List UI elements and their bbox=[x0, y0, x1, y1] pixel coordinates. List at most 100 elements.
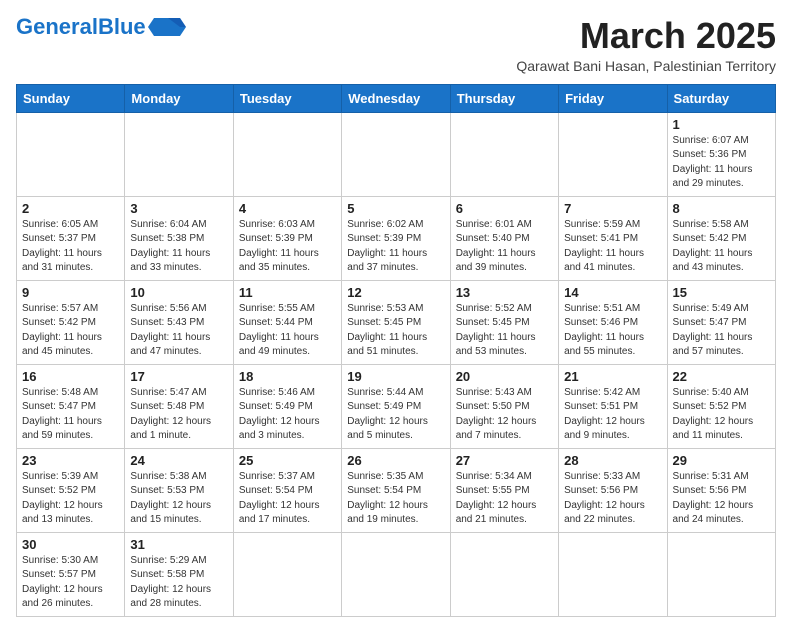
day-info: Sunrise: 5:39 AM Sunset: 5:52 PM Dayligh… bbox=[22, 470, 119, 528]
day-number: 6 bbox=[456, 201, 553, 216]
day-number: 26 bbox=[347, 453, 444, 468]
day-number: 17 bbox=[130, 369, 227, 384]
day-number: 10 bbox=[130, 285, 227, 300]
calendar-cell: 8Sunrise: 5:58 AM Sunset: 5:42 PM Daylig… bbox=[667, 196, 775, 280]
day-info: Sunrise: 5:59 AM Sunset: 5:41 PM Dayligh… bbox=[564, 218, 661, 276]
day-number: 23 bbox=[22, 453, 119, 468]
calendar-cell: 19 Sunrise: 5:44 AM Sunset: 5:49 PM Dayli… bbox=[342, 364, 450, 448]
calendar-cell: 30 Sunrise: 5:30 AM Sunset: 5:57 PM Dayli… bbox=[17, 532, 125, 616]
day-info: Sunrise: 5:49 AM Sunset: 5:47 PM Dayligh… bbox=[673, 302, 770, 360]
calendar-cell: 13Sunrise: 5:52 AM Sunset: 5:45 PM Dayli… bbox=[450, 280, 558, 364]
day-number: 2 bbox=[22, 201, 119, 216]
day-info: Sunrise: 6:01 AM Sunset: 5:40 PM Dayligh… bbox=[456, 218, 553, 276]
day-info: Sunrise: 5:46 AM Sunset: 5:49 PM Dayligh… bbox=[239, 386, 336, 444]
day-number: 1 bbox=[673, 117, 770, 132]
calendar-cell: 15 Sunrise: 5:49 AM Sunset: 5:47 PM Dayli… bbox=[667, 280, 775, 364]
day-number: 18 bbox=[239, 369, 336, 384]
calendar-week-row: 16 Sunrise: 5:48 AM Sunset: 5:47 PM Dayli… bbox=[17, 364, 776, 448]
day-info: Sunrise: 5:40 AM Sunset: 5:52 PM Dayligh… bbox=[673, 386, 770, 444]
logo: GeneralBlue bbox=[16, 16, 186, 38]
day-number: 4 bbox=[239, 201, 336, 216]
day-info: Sunrise: 5:29 AM Sunset: 5:58 PM Dayligh… bbox=[130, 554, 227, 612]
calendar-cell: 6 Sunrise: 6:01 AM Sunset: 5:40 PM Daylig… bbox=[450, 196, 558, 280]
day-info: Sunrise: 5:53 AM Sunset: 5:45 PM Dayligh… bbox=[347, 302, 444, 360]
weekday-header-tuesday: Tuesday bbox=[233, 84, 341, 112]
logo-icon bbox=[148, 16, 186, 38]
calendar-cell: 5Sunrise: 6:02 AM Sunset: 5:39 PM Daylig… bbox=[342, 196, 450, 280]
calendar-cell bbox=[17, 112, 125, 196]
calendar-cell bbox=[667, 532, 775, 616]
calendar-cell: 9 Sunrise: 5:57 AM Sunset: 5:42 PM Daylig… bbox=[17, 280, 125, 364]
calendar-cell: 3 Sunrise: 6:04 AM Sunset: 5:38 PM Daylig… bbox=[125, 196, 233, 280]
day-info: Sunrise: 6:05 AM Sunset: 5:37 PM Dayligh… bbox=[22, 218, 119, 276]
day-number: 19 bbox=[347, 369, 444, 384]
calendar-cell bbox=[233, 532, 341, 616]
day-info: Sunrise: 5:48 AM Sunset: 5:47 PM Dayligh… bbox=[22, 386, 119, 444]
calendar-cell: 4 Sunrise: 6:03 AM Sunset: 5:39 PM Daylig… bbox=[233, 196, 341, 280]
calendar-cell: 12 Sunrise: 5:53 AM Sunset: 5:45 PM Dayli… bbox=[342, 280, 450, 364]
calendar-week-row: 9 Sunrise: 5:57 AM Sunset: 5:42 PM Daylig… bbox=[17, 280, 776, 364]
calendar-cell: 2 Sunrise: 6:05 AM Sunset: 5:37 PM Daylig… bbox=[17, 196, 125, 280]
day-info: Sunrise: 5:44 AM Sunset: 5:49 PM Dayligh… bbox=[347, 386, 444, 444]
day-info: Sunrise: 6:04 AM Sunset: 5:38 PM Dayligh… bbox=[130, 218, 227, 276]
day-number: 28 bbox=[564, 453, 661, 468]
day-info: Sunrise: 5:58 AM Sunset: 5:42 PM Dayligh… bbox=[673, 218, 770, 276]
calendar-cell bbox=[450, 112, 558, 196]
day-number: 21 bbox=[564, 369, 661, 384]
day-info: Sunrise: 5:55 AM Sunset: 5:44 PM Dayligh… bbox=[239, 302, 336, 360]
calendar-cell bbox=[559, 112, 667, 196]
calendar-cell: 25 Sunrise: 5:37 AM Sunset: 5:54 PM Dayli… bbox=[233, 448, 341, 532]
day-number: 5 bbox=[347, 201, 444, 216]
calendar-week-row: 30 Sunrise: 5:30 AM Sunset: 5:57 PM Dayli… bbox=[17, 532, 776, 616]
weekday-header-saturday: Saturday bbox=[667, 84, 775, 112]
calendar-cell bbox=[342, 112, 450, 196]
day-info: Sunrise: 5:47 AM Sunset: 5:48 PM Dayligh… bbox=[130, 386, 227, 444]
logo-general: General bbox=[16, 14, 98, 39]
day-info: Sunrise: 5:57 AM Sunset: 5:42 PM Dayligh… bbox=[22, 302, 119, 360]
calendar-week-row: 2 Sunrise: 6:05 AM Sunset: 5:37 PM Daylig… bbox=[17, 196, 776, 280]
calendar-cell: 10 Sunrise: 5:56 AM Sunset: 5:43 PM Dayli… bbox=[125, 280, 233, 364]
day-info: Sunrise: 6:07 AM Sunset: 5:36 PM Dayligh… bbox=[673, 134, 770, 192]
day-number: 22 bbox=[673, 369, 770, 384]
calendar-cell: 7 Sunrise: 5:59 AM Sunset: 5:41 PM Daylig… bbox=[559, 196, 667, 280]
weekday-header-sunday: Sunday bbox=[17, 84, 125, 112]
day-info: Sunrise: 5:37 AM Sunset: 5:54 PM Dayligh… bbox=[239, 470, 336, 528]
calendar-cell: 16 Sunrise: 5:48 AM Sunset: 5:47 PM Dayli… bbox=[17, 364, 125, 448]
day-number: 16 bbox=[22, 369, 119, 384]
day-number: 25 bbox=[239, 453, 336, 468]
calendar-cell: 22 Sunrise: 5:40 AM Sunset: 5:52 PM Dayli… bbox=[667, 364, 775, 448]
weekday-header-monday: Monday bbox=[125, 84, 233, 112]
day-number: 9 bbox=[22, 285, 119, 300]
day-number: 11 bbox=[239, 285, 336, 300]
calendar-cell bbox=[233, 112, 341, 196]
calendar-cell bbox=[342, 532, 450, 616]
title-area: March 2025 Qarawat Bani Hasan, Palestini… bbox=[516, 16, 776, 74]
calendar-week-row: 1 Sunrise: 6:07 AM Sunset: 5:36 PM Daylig… bbox=[17, 112, 776, 196]
day-info: Sunrise: 5:31 AM Sunset: 5:56 PM Dayligh… bbox=[673, 470, 770, 528]
day-number: 15 bbox=[673, 285, 770, 300]
calendar-cell: 20Sunrise: 5:43 AM Sunset: 5:50 PM Dayli… bbox=[450, 364, 558, 448]
weekday-header-thursday: Thursday bbox=[450, 84, 558, 112]
day-number: 12 bbox=[347, 285, 444, 300]
day-number: 20 bbox=[456, 369, 553, 384]
day-number: 14 bbox=[564, 285, 661, 300]
day-info: Sunrise: 5:42 AM Sunset: 5:51 PM Dayligh… bbox=[564, 386, 661, 444]
weekday-header-wednesday: Wednesday bbox=[342, 84, 450, 112]
logo-text: GeneralBlue bbox=[16, 16, 146, 38]
day-number: 7 bbox=[564, 201, 661, 216]
day-number: 30 bbox=[22, 537, 119, 552]
weekday-header-row: SundayMondayTuesdayWednesdayThursdayFrid… bbox=[17, 84, 776, 112]
calendar-week-row: 23 Sunrise: 5:39 AM Sunset: 5:52 PM Dayli… bbox=[17, 448, 776, 532]
day-info: Sunrise: 5:30 AM Sunset: 5:57 PM Dayligh… bbox=[22, 554, 119, 612]
day-number: 29 bbox=[673, 453, 770, 468]
month-title: March 2025 bbox=[516, 16, 776, 56]
day-info: Sunrise: 5:56 AM Sunset: 5:43 PM Dayligh… bbox=[130, 302, 227, 360]
calendar-cell bbox=[450, 532, 558, 616]
day-info: Sunrise: 6:03 AM Sunset: 5:39 PM Dayligh… bbox=[239, 218, 336, 276]
day-number: 3 bbox=[130, 201, 227, 216]
page-header: GeneralBlue March 2025 Qarawat Bani Hasa… bbox=[16, 16, 776, 74]
day-number: 31 bbox=[130, 537, 227, 552]
day-info: Sunrise: 5:33 AM Sunset: 5:56 PM Dayligh… bbox=[564, 470, 661, 528]
calendar-table: SundayMondayTuesdayWednesdayThursdayFrid… bbox=[16, 84, 776, 617]
calendar-cell: 21 Sunrise: 5:42 AM Sunset: 5:51 PM Dayli… bbox=[559, 364, 667, 448]
